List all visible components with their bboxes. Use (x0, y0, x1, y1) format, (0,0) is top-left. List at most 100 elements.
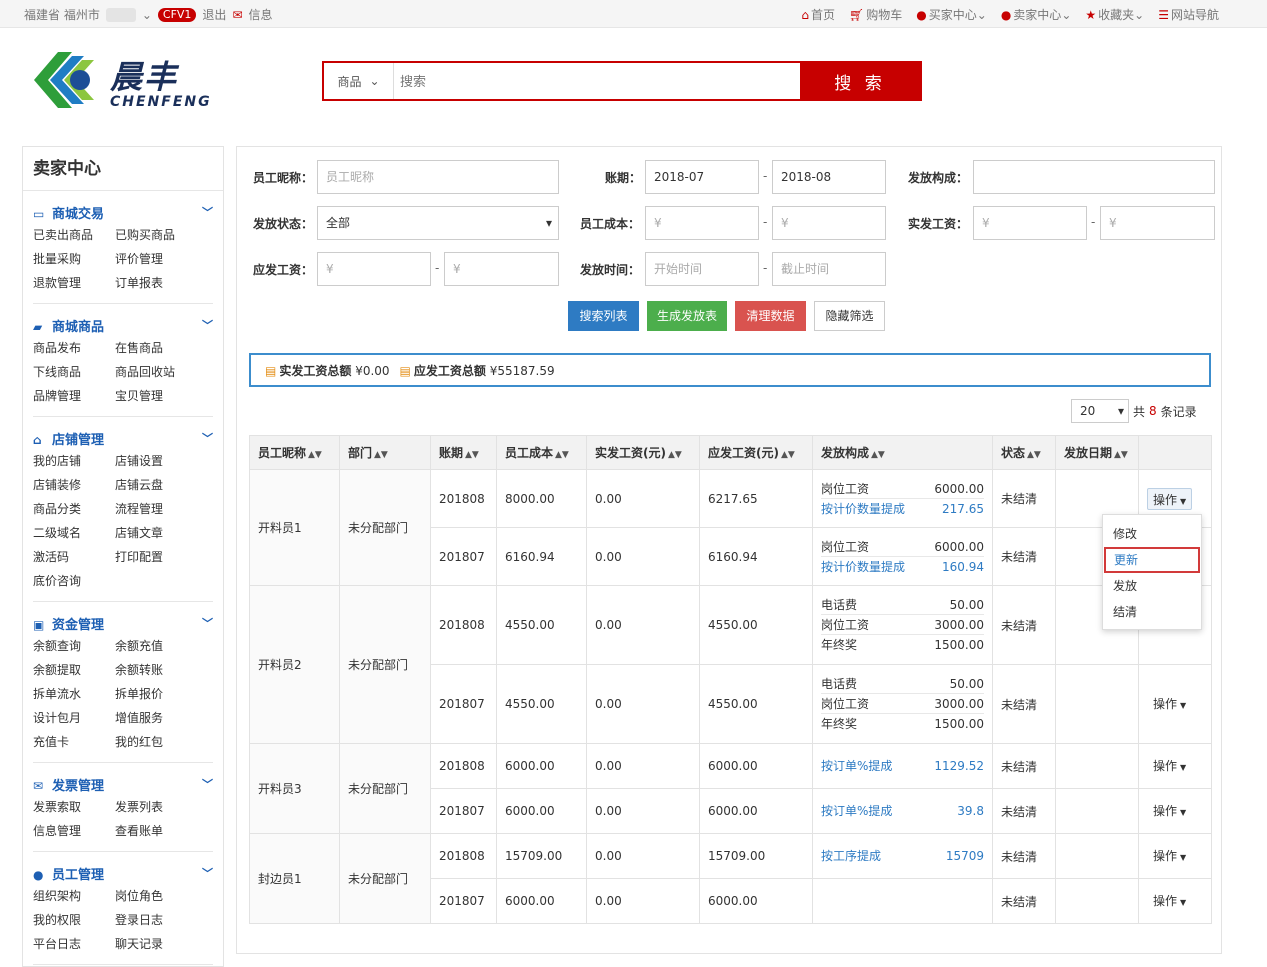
sidebar-item[interactable]: 店铺装修 (33, 473, 115, 497)
sidebar-item[interactable]: 余额提取 (33, 658, 115, 682)
sidebar-item[interactable]: 退款管理 (33, 271, 115, 295)
menu-item-issue[interactable]: 发放 (1103, 573, 1201, 599)
nav-home[interactable]: ⌂ 首页 (801, 6, 835, 23)
sidebar-item[interactable]: 批量采购 (33, 247, 115, 271)
search-category-select[interactable]: 商品 ⌄ (324, 63, 394, 99)
column-header[interactable]: 部门 ▲▼ (339, 435, 431, 470)
operation-button[interactable]: 操作 ▼ (1147, 693, 1192, 715)
period-from-input[interactable]: 2018-07 (645, 160, 759, 194)
sidebar-item[interactable]: 在售商品 (115, 336, 197, 360)
column-header[interactable]: 账期 ▲▼ (430, 435, 497, 470)
due-min-input[interactable]: ¥ (317, 252, 431, 286)
search-button[interactable]: 搜 索 (800, 63, 920, 99)
nav-buyer-center[interactable]: ● 买家中心⌄ (916, 6, 987, 23)
period-to-input[interactable]: 2018-08 (772, 160, 886, 194)
sidebar-item[interactable]: 发票索取 (33, 795, 115, 819)
sidebar-group-header[interactable]: ✉ 发票管理 ﹀ (33, 773, 213, 795)
sidebar-item[interactable]: 打印配置 (115, 545, 197, 569)
sidebar-item[interactable]: 店铺设置 (115, 449, 197, 473)
composition-item[interactable]: 按计价数量提成 217.65 (821, 499, 984, 519)
menu-item-update[interactable]: 更新 (1104, 547, 1200, 573)
clear-data-button[interactable]: 清理数据 (735, 301, 806, 331)
sidebar-item[interactable]: 底价咨询 (33, 569, 115, 593)
messages-link[interactable]: 信息 (249, 6, 273, 23)
chevron-down-icon[interactable]: ⌄ (142, 8, 152, 22)
paid-min-input[interactable]: ¥ (973, 206, 1087, 240)
sidebar-item[interactable]: 信息管理 (33, 819, 115, 843)
composition-input[interactable] (973, 160, 1215, 194)
sidebar-item[interactable]: 增值服务 (115, 706, 197, 730)
sidebar-item[interactable]: 组织架构 (33, 884, 115, 908)
cost-min-input[interactable]: ¥ (645, 206, 759, 240)
composition-item[interactable]: 按订单%提成 1129.52 (821, 756, 984, 776)
sidebar-item[interactable]: 激活码 (33, 545, 115, 569)
composition-item[interactable]: 按订单%提成 39.8 (821, 801, 984, 821)
sidebar-item[interactable]: 二级域名 (33, 521, 115, 545)
sidebar-item[interactable]: 拆单流水 (33, 682, 115, 706)
sidebar-item[interactable]: 流程管理 (115, 497, 197, 521)
column-header[interactable]: 发放构成 ▲▼ (812, 435, 993, 470)
logout-link[interactable]: 退出 (202, 6, 226, 23)
column-header[interactable]: 状态 ▲▼ (992, 435, 1056, 470)
sidebar-item[interactable]: 设计包月 (33, 706, 115, 730)
sidebar-item[interactable]: 已卖出商品 (33, 223, 115, 247)
sidebar-item[interactable]: 余额充值 (115, 634, 197, 658)
sidebar-item[interactable]: 拆单报价 (115, 682, 197, 706)
nav-seller-center[interactable]: ● 卖家中心⌄ (1001, 6, 1072, 23)
nav-site-map[interactable]: ☰ 网站导航 (1158, 6, 1219, 23)
sidebar-item[interactable]: 店铺云盘 (115, 473, 197, 497)
sidebar-group-header[interactable]: ▣ 资金管理 ﹀ (33, 612, 213, 634)
sidebar-item[interactable]: 已购买商品 (115, 223, 197, 247)
sidebar-item[interactable]: 岗位角色 (115, 884, 197, 908)
sidebar-item[interactable]: 余额转账 (115, 658, 197, 682)
sidebar-item[interactable]: 我的店铺 (33, 449, 115, 473)
search-input[interactable] (394, 63, 800, 99)
sidebar-item[interactable]: 平台日志 (33, 932, 115, 956)
operation-button[interactable]: 操作 ▼ (1147, 800, 1192, 822)
time-to-input[interactable]: 截止时间 (772, 252, 886, 286)
sidebar-group-header[interactable]: ⌂ 店铺管理 ﹀ (33, 427, 213, 449)
nav-favorites[interactable]: ★ 收藏夹⌄ (1085, 6, 1144, 23)
sidebar-group-header[interactable]: ● 员工管理 ﹀ (33, 862, 213, 884)
sidebar-group-header[interactable]: ▰ 商城商品 ﹀ (33, 314, 213, 336)
column-header[interactable]: 员工成本 ▲▼ (496, 435, 587, 470)
sidebar-item[interactable]: 余额查询 (33, 634, 115, 658)
location-text[interactable]: 福建省 福州市 (24, 6, 100, 23)
search-list-button[interactable]: 搜索列表 (568, 301, 639, 331)
generate-sheet-button[interactable]: 生成发放表 (647, 301, 727, 331)
menu-item-edit[interactable]: 修改 (1103, 521, 1201, 547)
nickname-input[interactable]: 员工昵称 (317, 160, 559, 194)
sidebar-item[interactable]: 登录日志 (115, 908, 197, 932)
operation-button[interactable]: 操作 ▼ (1147, 755, 1192, 777)
column-header[interactable]: 发放日期 ▲▼ (1055, 435, 1139, 470)
due-max-input[interactable]: ¥ (444, 252, 559, 286)
sidebar-item[interactable]: 商品分类 (33, 497, 115, 521)
sidebar-item[interactable]: 宝贝管理 (115, 384, 197, 408)
brand-logo[interactable]: 晨丰 CHENFENG (24, 44, 224, 118)
column-header[interactable]: 应发工资(元) ▲▼ (699, 435, 813, 470)
composition-item[interactable]: 按工序提成 15709 (821, 846, 984, 866)
sidebar-item[interactable]: 我的红包 (115, 730, 197, 754)
page-size-select[interactable]: 20 (1071, 399, 1129, 423)
sidebar-item[interactable]: 商品发布 (33, 336, 115, 360)
sidebar-item[interactable]: 店铺文章 (115, 521, 197, 545)
composition-item[interactable]: 按计价数量提成 160.94 (821, 557, 984, 577)
operation-button[interactable]: 操作 ▼ (1147, 845, 1192, 867)
nav-cart[interactable]: 🛒︎ 购物车 (849, 6, 902, 23)
sidebar-item[interactable]: 商品回收站 (115, 360, 197, 384)
menu-item-settle[interactable]: 结清 (1103, 599, 1201, 625)
sidebar-group-header[interactable]: ▭ 商城交易 ﹀ (33, 201, 213, 223)
sidebar-item[interactable]: 品牌管理 (33, 384, 115, 408)
sidebar-item[interactable]: 查看账单 (115, 819, 197, 843)
time-from-input[interactable]: 开始时间 (645, 252, 759, 286)
sidebar-item[interactable]: 订单报表 (115, 271, 197, 295)
column-header[interactable]: 实发工资(元) ▲▼ (586, 435, 700, 470)
sidebar-item[interactable]: 下线商品 (33, 360, 115, 384)
hide-filter-button[interactable]: 隐藏筛选 (814, 301, 885, 331)
paid-max-input[interactable]: ¥ (1100, 206, 1215, 240)
column-header[interactable]: 员工昵称 ▲▼ (249, 435, 340, 470)
sidebar-item[interactable]: 聊天记录 (115, 932, 197, 956)
sidebar-item[interactable]: 评价管理 (115, 247, 197, 271)
status-select[interactable]: 全部 (317, 206, 559, 240)
operation-button[interactable]: 操作 ▼ (1147, 487, 1193, 510)
